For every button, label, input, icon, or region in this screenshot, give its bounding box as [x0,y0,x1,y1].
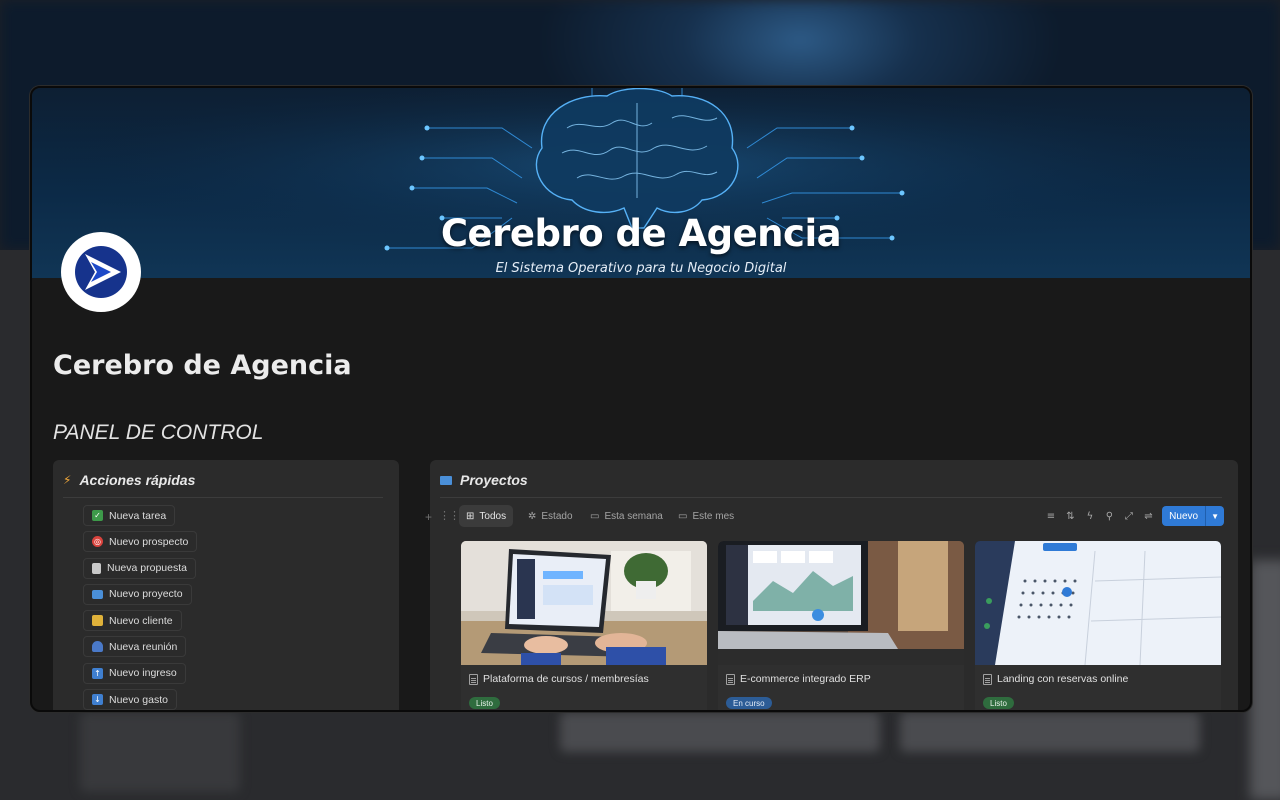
income-icon: ↑ [92,667,103,679]
backdrop-card [900,712,1200,752]
card-title: Plataforma de cursos / membresías [469,673,649,685]
page-title: Cerebro de Agencia [53,350,352,381]
backdrop-card [560,712,880,752]
chevron-down-icon[interactable]: ▼ [1205,506,1224,526]
page-icon[interactable] [61,232,141,312]
automation-icon[interactable]: ϟ [1080,511,1100,522]
quick-action-label: Nuevo prospecto [109,535,189,548]
expand-icon[interactable]: ⤢ [1119,511,1139,522]
new-button-label: Nuevo [1169,510,1199,522]
new-income-button[interactable]: ↑ Nuevo ingreso [83,662,186,684]
cover-subtitle: El Sistema Operativo para tu Negocio Dig… [495,261,787,276]
people-icon [92,641,103,653]
new-project-button[interactable]: Nuevo proyecto [83,583,192,605]
status-badge: En curso [726,697,772,709]
card-cover-image [975,541,1221,665]
quick-actions-list: ✓ Nueva tarea ◎ Nuevo prospecto Nueva pr… [83,505,198,710]
quick-action-label: Nuevo ingreso [109,667,177,680]
cover-title: Cerebro de Agencia [440,212,842,255]
projects-panel: Proyectos + ⋮⋮ ⊞ Todos ✲ Estado ▭ Esta s… [425,460,1238,710]
document-icon [726,673,735,685]
tab-label: Todos [479,510,507,522]
folder-icon [440,475,452,485]
tab-esta-semana[interactable]: ▭ Esta semana [583,505,670,527]
filter-icon[interactable]: ≡ [1041,511,1061,522]
new-client-button[interactable]: Nuevo cliente [83,610,182,632]
projects-title: Proyectos [460,472,528,488]
drag-handle-icon[interactable]: ⋮⋮ [439,509,460,522]
new-proposal-button[interactable]: Nueva propuesta [83,557,196,579]
card-title: E-commerce integrado ERP [726,673,871,685]
quick-action-label: Nuevo proyecto [109,588,183,601]
quick-actions-title: Acciones rápidas [79,472,196,488]
lightning-icon: ⚡ [63,473,72,487]
divider [440,497,1222,498]
notion-page-window: Cerebro de Agencia El Sistema Operativo … [30,86,1252,712]
check-box-icon: ✓ [92,510,103,521]
card-title-text: Landing con reservas online [997,673,1129,685]
card-title-text: E-commerce integrado ERP [740,673,871,685]
card-cover-image [461,541,707,665]
new-task-button[interactable]: ✓ Nueva tarea [83,505,176,526]
quick-actions-header: ⚡ Acciones rápidas [63,472,195,488]
document-icon [469,673,478,685]
database-view-bar: + ⋮⋮ ⊞ Todos ✲ Estado ▭ Esta semana ▭ Es… [425,505,1238,529]
tab-label: Esta semana [604,510,663,522]
tab-label: Este mes [692,510,735,522]
quick-actions-panel: ⚡ Acciones rápidas ✓ Nueva tarea ◎ Nuevo… [53,460,399,710]
document-icon [983,673,992,685]
tab-todos[interactable]: ⊞ Todos [459,505,514,527]
tab-label: Estado [541,510,573,522]
card-cover-image [718,541,964,665]
tab-este-mes[interactable]: ▭ Este mes [671,505,741,527]
quick-action-label: Nuevo cliente [109,614,173,627]
add-icon[interactable]: + [425,510,432,524]
status-badge: Listo [983,697,1014,709]
play-arrow-logo-icon [75,246,127,298]
projects-header: Proyectos [440,472,528,488]
new-button[interactable]: Nuevo ▼ [1162,506,1224,526]
project-card[interactable]: Plataforma de cursos / membresías Listo [461,541,707,710]
quick-action-label: Nuevo gasto [109,693,168,706]
expense-icon: ↓ [92,694,103,706]
status-badge: Listo [469,697,500,709]
tab-estado[interactable]: ✲ Estado [521,505,580,527]
project-card[interactable]: Landing con reservas online Listo [975,541,1221,710]
gallery-icon: ⊞ [466,510,475,522]
search-icon[interactable]: ⚲ [1100,511,1120,522]
loader-icon: ✲ [528,510,537,522]
backdrop-edge [1250,560,1280,800]
new-expense-button[interactable]: ↓ Nuevo gasto [83,689,177,710]
folder-icon [92,589,103,599]
settings-sliders-icon[interactable]: ⇌ [1139,511,1159,522]
cover-image: Cerebro de Agencia El Sistema Operativo … [32,88,1250,278]
note-icon [92,615,103,627]
backdrop-card [80,712,240,792]
quick-action-label: Nueva tarea [109,509,167,522]
sort-icon[interactable]: ⇅ [1061,511,1081,522]
card-title: Landing con reservas online [983,673,1128,685]
database-toolbar: ≡ ⇅ ϟ ⚲ ⤢ ⇌ Nuevo ▼ [1041,506,1224,526]
target-icon: ◎ [92,536,103,548]
section-heading: PANEL DE CONTROL [53,421,264,444]
calendar-icon: ▭ [678,510,688,522]
new-meeting-button[interactable]: Nueva reunión [83,636,187,658]
quick-action-label: Nueva propuesta [107,562,187,575]
new-prospect-button[interactable]: ◎ Nuevo prospecto [83,531,198,553]
quick-action-label: Nueva reunión [109,640,178,653]
calendar-icon: ▭ [590,510,600,522]
project-card[interactable]: E-commerce integrado ERP En curso [718,541,964,710]
card-title-text: Plataforma de cursos / membresías [483,673,649,685]
divider [63,497,383,498]
document-icon [92,562,101,574]
